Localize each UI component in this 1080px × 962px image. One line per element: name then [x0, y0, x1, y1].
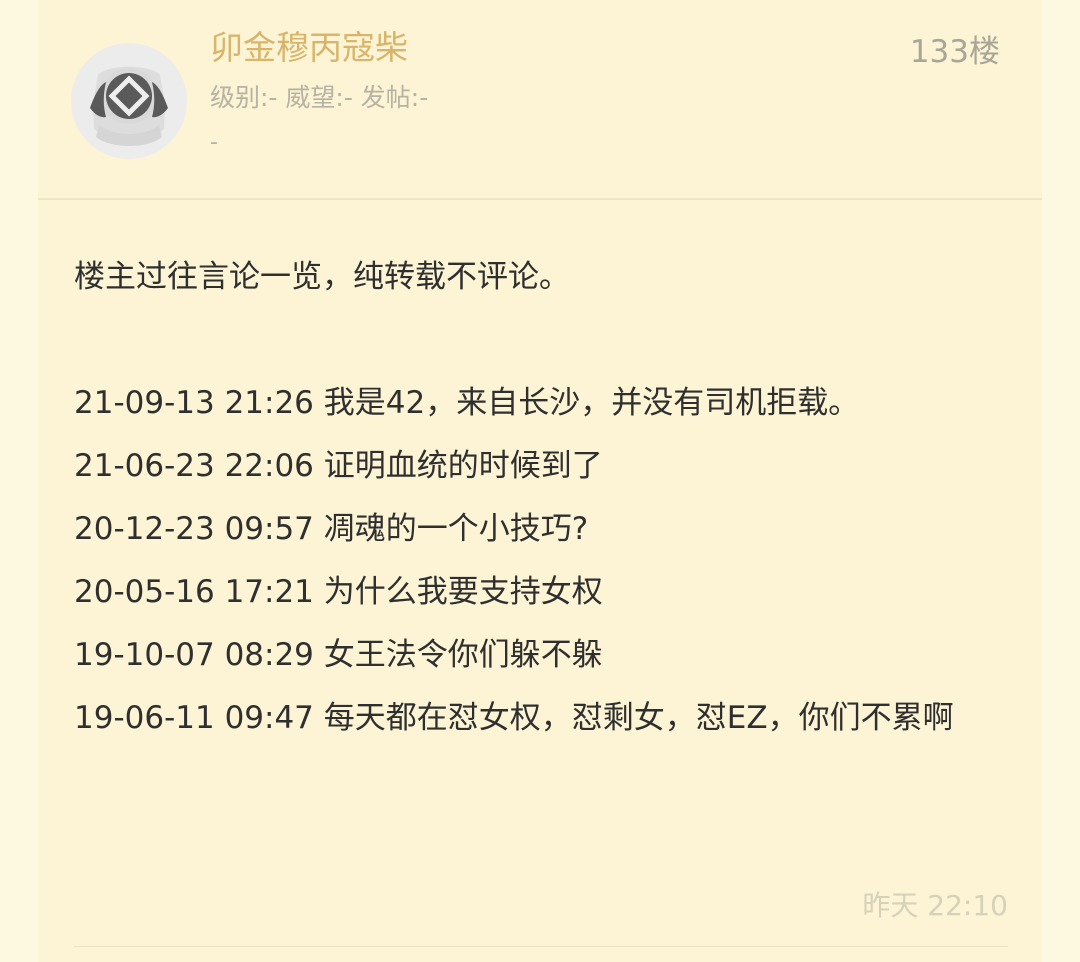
user-stats: 级别:- 威望:- 发帖:-	[210, 83, 429, 112]
content-line-2: 21-06-23 22:06 证明血统的时候到了	[74, 448, 603, 484]
content-line-1: 21-09-13 21:26 我是42，来自长沙，并没有司机拒载。	[74, 385, 860, 421]
diving-helmet-icon	[71, 43, 187, 159]
post-content: 楼主过往言论一览，纯转载不评论。 21-09-13 21:26 我是42，来自长…	[74, 246, 1014, 750]
avatar[interactable]	[70, 42, 188, 160]
bottom-divider	[74, 946, 1008, 947]
floor-number: 133楼	[909, 34, 1000, 70]
post-card: 卯金穆丙寇柴 级别:- 威望:- 发帖:- - 133楼 楼主过往言论一览，纯转…	[38, 0, 1042, 962]
content-line-6: 19-06-11 09:47 每天都在怼女权，怼剩女，怼EZ，你们不累啊	[74, 700, 954, 736]
post-time: 昨天 22:10	[862, 889, 1008, 922]
user-extra: -	[210, 130, 218, 155]
post-header: 卯金穆丙寇柴 级别:- 威望:- 发帖:- - 133楼	[38, 0, 1042, 198]
content-line-3: 20-12-23 09:57 凋魂的一个小技巧?	[74, 511, 589, 547]
username[interactable]: 卯金穆丙寇柴	[210, 26, 408, 70]
intro-text: 楼主过往言论一览，纯转载不评论。	[74, 259, 570, 295]
content-line-5: 19-10-07 08:29 女王法令你们躲不躲	[74, 637, 603, 673]
header-divider	[38, 198, 1042, 200]
content-line-4: 20-05-16 17:21 为什么我要支持女权	[74, 574, 603, 610]
